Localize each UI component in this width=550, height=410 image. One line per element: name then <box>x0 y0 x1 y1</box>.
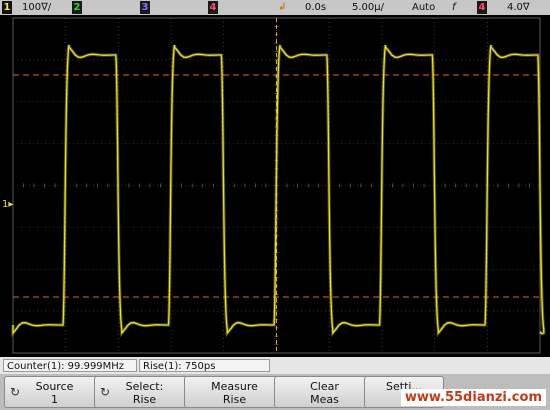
clear-meas-button[interactable]: Clear Meas <box>274 376 375 408</box>
rotate-knob-icon: ↻ <box>100 385 111 399</box>
status-bar: 1 100∇/ 2 3 4 ↲ 0.0s 5.00µ/ Auto f 4 4.0… <box>0 0 550 15</box>
trigger-mode: Auto <box>412 2 436 13</box>
waveform-svg: 1▸ <box>2 17 546 354</box>
waveform-display[interactable]: 1▸ <box>0 15 550 357</box>
trigger-slope-icon: f <box>452 2 456 13</box>
channel2-indicator[interactable]: 2 <box>72 1 82 14</box>
counter-readout: Counter(1): 99.999MHz <box>3 359 137 372</box>
measure-rise-button[interactable]: Measure Rise <box>184 376 285 408</box>
trace-line <box>12 44 545 335</box>
channel4-indicator[interactable]: 4 <box>208 1 218 14</box>
rotate-knob-icon: ↻ <box>10 385 21 399</box>
channel1-indicator[interactable]: 1 <box>2 1 12 14</box>
select-button[interactable]: ↻ Select: Rise <box>94 376 195 408</box>
channel1-trace <box>11 44 546 338</box>
rise-readout: Rise(1): 750ps <box>139 359 270 372</box>
softkey-bar: ↻ Source 1 ↻ Select: Rise Measure Rise C… <box>0 374 550 410</box>
channel3-indicator[interactable]: 3 <box>140 1 150 14</box>
channel1-scale: 100∇/ <box>22 2 52 13</box>
time-offset: 0.0s <box>305 2 327 13</box>
measurement-bar: Counter(1): 99.999MHz Rise(1): 750ps <box>0 357 550 374</box>
source-button[interactable]: ↻ Source 1 <box>4 376 105 408</box>
trigger-position-icon: ↲ <box>278 2 287 13</box>
watermark-text: www.55dianzi.com <box>400 389 546 406</box>
time-scale: 5.00µ/ <box>352 2 384 13</box>
trigger-level: 4.0∇ <box>507 2 530 13</box>
trigger-source-indicator: 4 <box>477 1 487 14</box>
ground-marker-icon[interactable]: 1▸ <box>2 199 13 210</box>
